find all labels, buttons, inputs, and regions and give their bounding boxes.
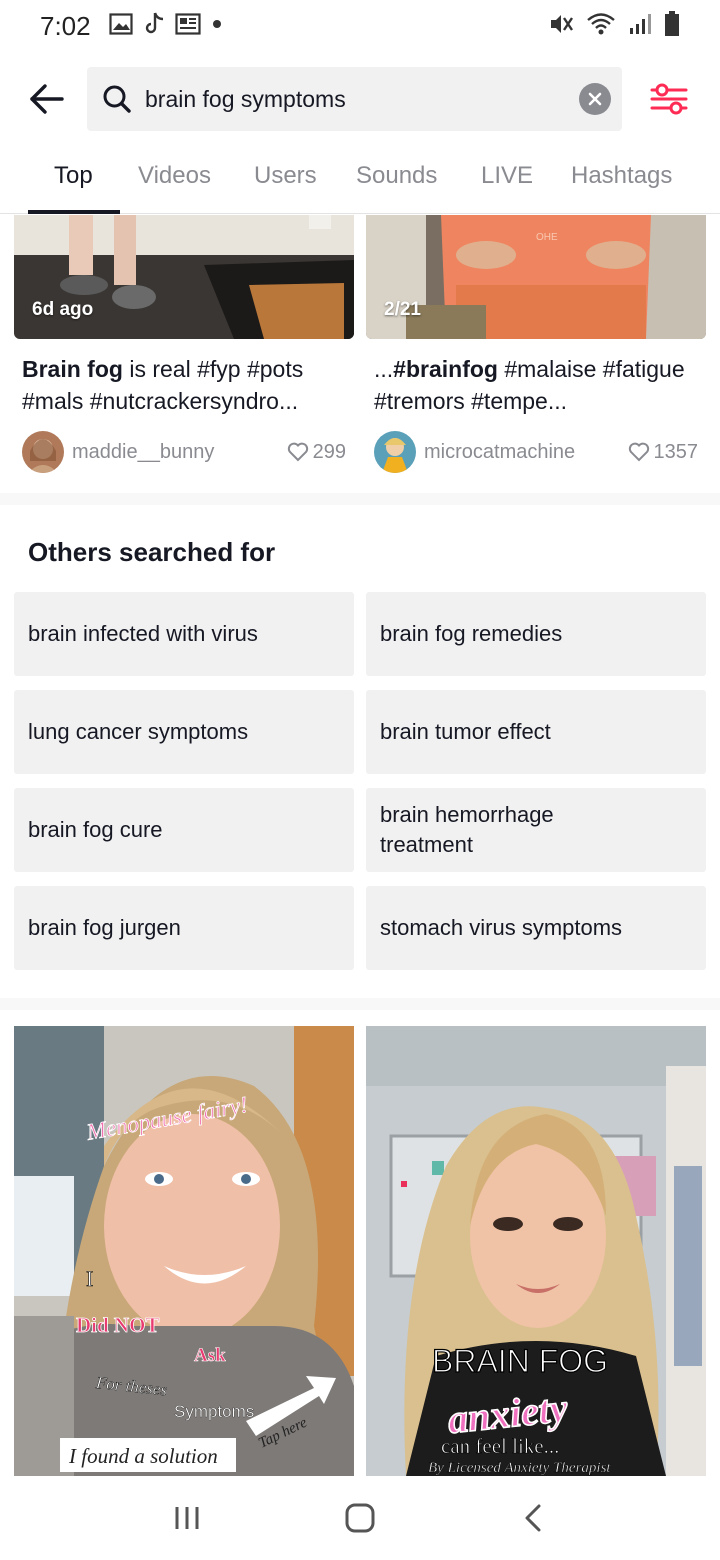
filter-button[interactable] (646, 77, 692, 121)
video-caption: Brain fog is real #fyp #pots #mals #nutc… (14, 353, 354, 417)
overlay-text-symptoms: Symptoms (174, 1402, 254, 1421)
search-header (0, 64, 720, 134)
suggested-search[interactable]: brain tumor effect (366, 690, 706, 774)
caption-prefix: ... (374, 356, 394, 382)
tab-sounds[interactable]: Sounds (356, 162, 437, 190)
username[interactable]: maddie__bunny (72, 441, 214, 464)
suggested-search[interactable]: brain infected with virus (14, 592, 354, 676)
video-date: 6d ago (32, 299, 94, 320)
home-button[interactable] (330, 1493, 390, 1543)
caption-highlight: Brain fog (22, 356, 123, 382)
search-icon (101, 83, 133, 115)
video-thumbnail[interactable]: 6d ago (14, 215, 354, 339)
suggested-search[interactable]: stomach virus symptoms (366, 886, 706, 970)
overlay-text-brain-fog: BRAIN FOG (432, 1343, 608, 1379)
tab-users[interactable]: Users (254, 162, 317, 190)
tab-hashtags[interactable]: Hashtags (571, 162, 672, 190)
news-icon (175, 12, 201, 40)
heart-icon (287, 442, 308, 462)
active-tab-indicator (28, 210, 120, 214)
suggested-search[interactable]: brain hemorrhage treatment (366, 788, 706, 872)
status-right-icons (548, 10, 680, 42)
search-box[interactable] (87, 67, 622, 131)
overlay-text-can-feel: can feel like... (441, 1434, 559, 1458)
likes-value: 299 (312, 440, 346, 463)
suggested-search-label: brain hemorrhage treatment (380, 802, 554, 857)
caption-highlight: #brainfog (393, 356, 498, 382)
overlay-text-did-not: Did NOT (76, 1313, 159, 1337)
overlay-text-i: I (86, 1266, 93, 1291)
signal-icon (628, 13, 652, 40)
video-meta: maddie__bunny 299 (14, 431, 354, 473)
status-time: 7:02 (40, 10, 91, 41)
clear-search-button[interactable] (579, 83, 611, 115)
video-card[interactable]: BRAIN FOG anxiety can feel like... By Li… (366, 1026, 706, 1476)
tab-live[interactable]: LIVE (481, 162, 533, 190)
system-nav-bar (0, 1476, 720, 1560)
svg-text:OHE: OHE (536, 232, 558, 243)
avatar[interactable] (374, 431, 416, 473)
video-caption: ...#brainfog #malaise #fatigue #tremors … (366, 353, 706, 417)
section-title: Others searched for (28, 537, 276, 567)
home-icon (345, 1503, 375, 1533)
wifi-icon (586, 12, 616, 41)
back-nav-button[interactable] (503, 1493, 563, 1543)
dot-icon (211, 17, 223, 35)
video-card[interactable]: 6d ago Brain fog is real #fyp #pots #mal… (14, 215, 354, 473)
sliders-icon (650, 83, 688, 115)
status-left-icons (109, 11, 223, 42)
video-thumbnail-image: Menopause fairy! I Did NOT Ask For these… (14, 1026, 354, 1476)
chevron-left-icon (525, 1504, 541, 1532)
heart-icon (628, 442, 649, 462)
status-bar: 7:02 (0, 0, 720, 52)
tab-videos[interactable]: Videos (138, 162, 211, 190)
recent-apps-button[interactable] (157, 1493, 217, 1543)
avatar[interactable] (22, 431, 64, 473)
close-icon (588, 92, 602, 106)
bottom-video-results: Menopause fairy! I Did NOT Ask For these… (0, 1026, 720, 1476)
suggested-search[interactable]: brain fog cure (14, 788, 354, 872)
video-meta: microcatmachine 1357 (366, 431, 706, 473)
video-date: 2/21 (384, 299, 421, 320)
video-thumbnail-image: BRAIN FOG anxiety can feel like... By Li… (366, 1026, 706, 1476)
battery-icon (664, 10, 680, 42)
back-button[interactable] (24, 76, 70, 122)
top-video-results: 6d ago Brain fog is real #fyp #pots #mal… (0, 215, 720, 493)
search-tabs: Top Videos Users Sounds LIVE Hashtags (0, 146, 720, 214)
recent-apps-icon (175, 1507, 199, 1529)
arrow-left-icon (30, 84, 64, 114)
overlay-text-ask: Ask (194, 1345, 226, 1366)
video-card[interactable]: OHE 2/21 ...#brainfog #malaise #fatigue … (366, 215, 706, 473)
video-card[interactable]: Menopause fairy! I Did NOT Ask For these… (14, 1026, 354, 1476)
search-input[interactable] (145, 85, 565, 113)
likes-value: 1357 (653, 440, 699, 463)
video-thumbnail[interactable]: OHE 2/21 (366, 215, 706, 339)
like-count: 1357 (628, 440, 699, 464)
suggested-search[interactable]: brain fog remedies (366, 592, 706, 676)
section-divider (0, 493, 720, 505)
like-count: 299 (287, 441, 346, 464)
overlay-text-solution: I found a solution (68, 1444, 218, 1468)
username[interactable]: microcatmachine (424, 441, 575, 464)
gallery-icon (109, 12, 133, 40)
others-searched-section: Others searched for brain infected with … (0, 507, 720, 997)
suggested-search[interactable]: lung cancer symptoms (14, 690, 354, 774)
suggested-search[interactable]: brain fog jurgen (14, 886, 354, 970)
mute-icon (548, 12, 574, 41)
overlay-text-by: By Licensed Anxiety Therapist (428, 1460, 611, 1476)
tab-top[interactable]: Top (54, 162, 93, 190)
section-divider (0, 998, 720, 1010)
tiktok-icon (143, 11, 165, 42)
